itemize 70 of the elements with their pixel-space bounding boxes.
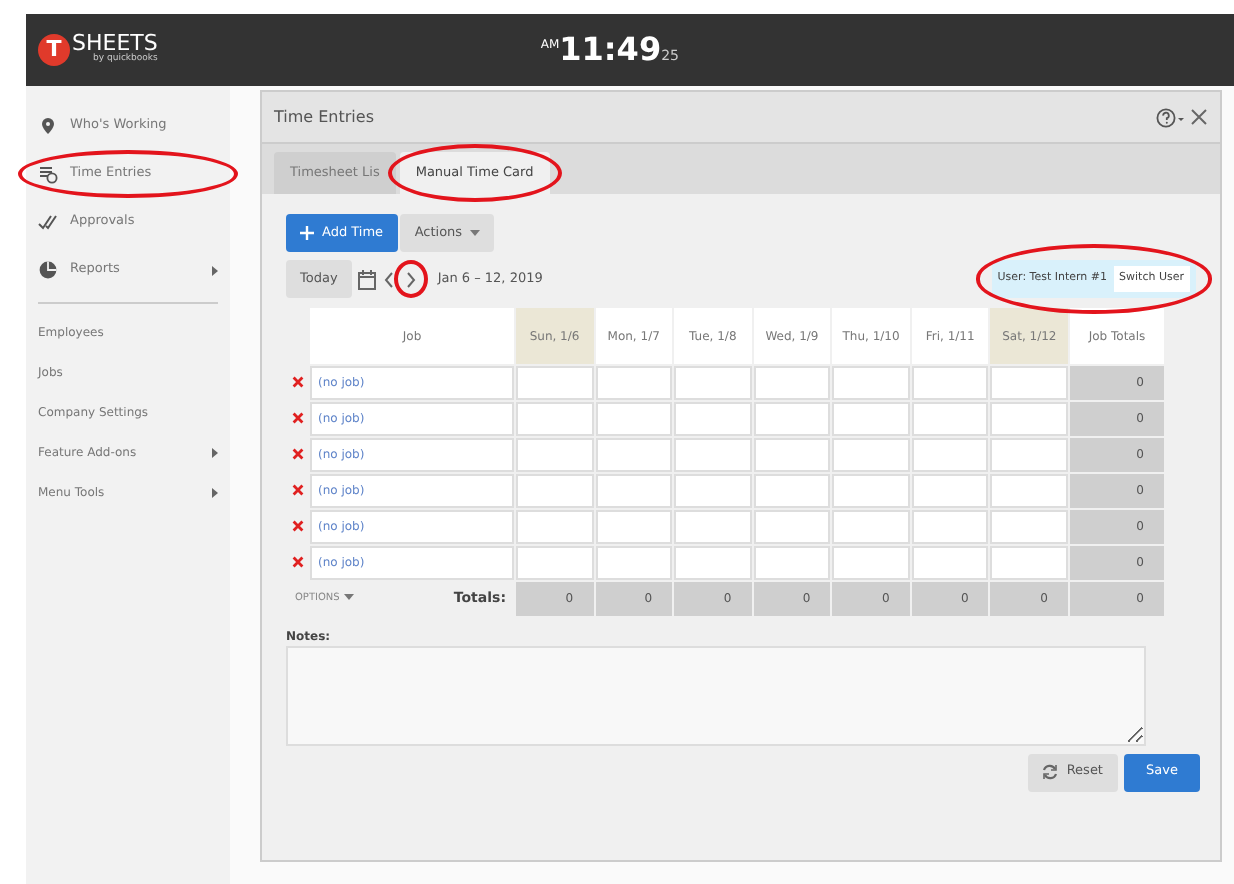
delete-icon[interactable]	[292, 484, 304, 497]
previous-icon[interactable]	[383, 271, 394, 287]
hours-field[interactable]	[674, 474, 752, 508]
hours-field[interactable]	[595, 546, 673, 580]
hours-field[interactable]	[674, 438, 752, 472]
hours-field[interactable]	[516, 474, 594, 508]
hours-field[interactable]	[753, 546, 831, 580]
hours-field[interactable]	[516, 546, 594, 580]
logo-badge: T	[38, 34, 70, 66]
delete-icon[interactable]	[292, 556, 304, 569]
hours-field[interactable]	[516, 366, 594, 400]
hours-field[interactable]	[516, 402, 594, 436]
submenu-caret-icon	[212, 447, 218, 457]
hours-field[interactable]	[753, 366, 831, 400]
hours-field[interactable]	[832, 402, 910, 436]
caret-icon	[470, 230, 481, 236]
location-pin-icon	[38, 116, 58, 136]
hours-field[interactable]	[674, 510, 752, 544]
hours-field[interactable]	[832, 366, 910, 400]
hours-field[interactable]	[990, 366, 1068, 400]
next-icon	[406, 271, 417, 287]
hours-field[interactable]	[595, 402, 673, 436]
hours-field[interactable]	[911, 474, 989, 508]
submenu-caret-icon	[212, 487, 218, 497]
hours-field[interactable]	[595, 438, 673, 472]
hours-field[interactable]	[832, 510, 910, 544]
hours-field[interactable]	[753, 474, 831, 508]
hours-field[interactable]	[753, 402, 831, 436]
hours-field[interactable]	[832, 474, 910, 508]
hours-field[interactable]	[674, 402, 752, 436]
hours-field[interactable]	[911, 546, 989, 580]
double-check-icon	[38, 212, 58, 232]
hours-field[interactable]	[990, 438, 1068, 472]
help-icon[interactable]	[1155, 107, 1183, 127]
clock-time: 11:49	[559, 34, 662, 66]
delete-icon[interactable]	[292, 412, 304, 425]
hours-field[interactable]	[911, 438, 989, 472]
hours-field[interactable]	[832, 438, 910, 472]
hours-field[interactable]	[832, 546, 910, 580]
dialog-title: Time Entries	[274, 105, 374, 129]
hours-field[interactable]	[516, 510, 594, 544]
calendar-icon[interactable]	[358, 269, 377, 289]
next-button[interactable]	[394, 260, 429, 298]
hours-field[interactable]	[990, 474, 1068, 508]
list-clock-icon	[38, 164, 58, 184]
hours-field[interactable]	[753, 510, 831, 544]
delete-icon[interactable]	[292, 376, 304, 389]
hours-field[interactable]	[911, 366, 989, 400]
submenu-caret-icon	[212, 265, 218, 275]
close-icon[interactable]	[1190, 108, 1208, 126]
hours-field[interactable]	[595, 510, 673, 544]
delete-icon[interactable]	[292, 448, 304, 461]
logo-name: SHEETS	[72, 32, 158, 55]
hours-field[interactable]	[990, 402, 1068, 436]
pie-chart-icon	[38, 260, 58, 280]
hours-field[interactable]	[753, 438, 831, 472]
caret-icon	[343, 593, 354, 600]
hours-field[interactable]	[990, 510, 1068, 544]
hours-field[interactable]	[595, 474, 673, 508]
hours-field[interactable]	[911, 510, 989, 544]
hours-field[interactable]	[911, 402, 989, 436]
hours-field[interactable]	[674, 546, 752, 580]
plus-icon	[300, 226, 314, 240]
hours-field[interactable]	[674, 366, 752, 400]
delete-icon[interactable]	[292, 520, 304, 533]
notes-field[interactable]	[286, 646, 1146, 746]
hours-field[interactable]	[595, 366, 673, 400]
hours-field[interactable]	[516, 438, 594, 472]
refresh-icon	[1042, 764, 1059, 780]
hours-field[interactable]	[990, 546, 1068, 580]
